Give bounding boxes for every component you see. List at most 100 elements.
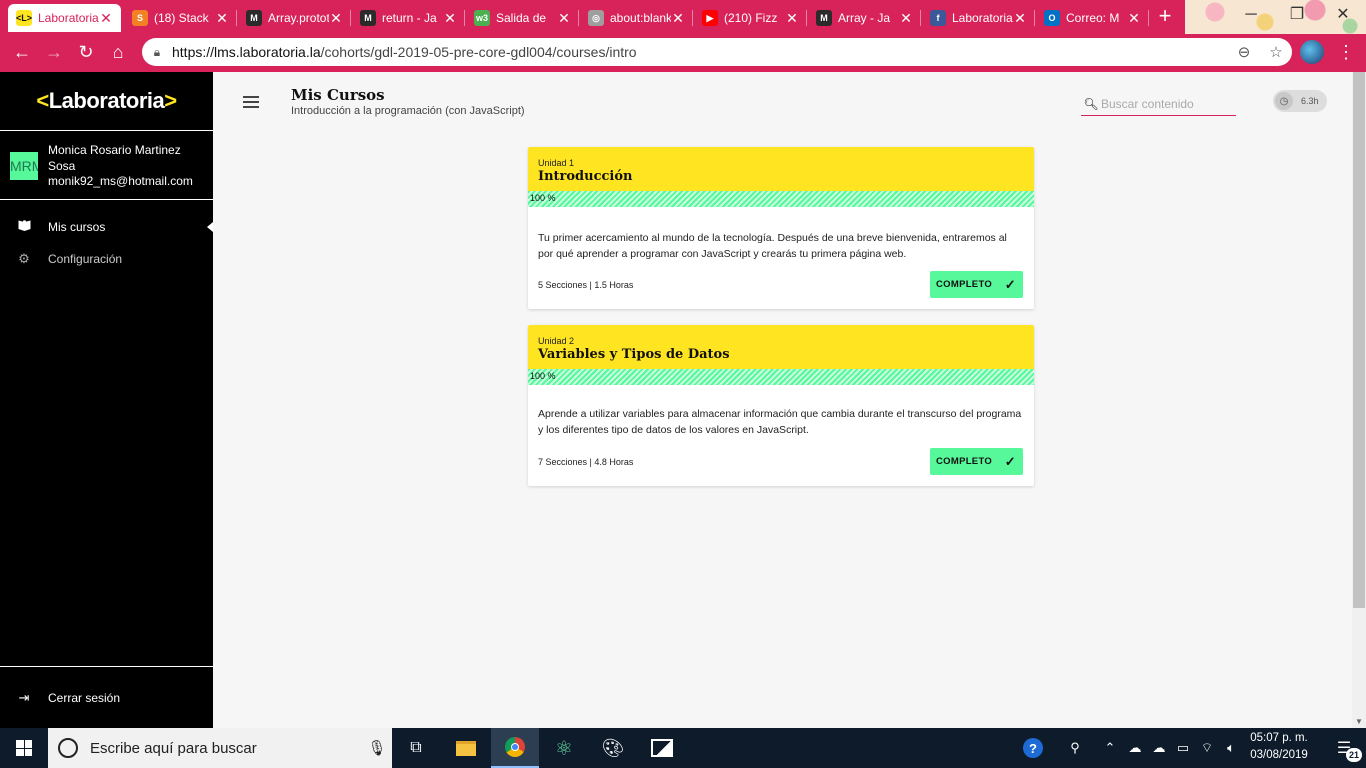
clock-time: 05:07 p. m. [1250,732,1308,744]
profile-avatar[interactable] [1300,40,1324,64]
logo-chevron-right: > [164,88,177,113]
mdn-icon: M [360,10,376,26]
tab-title: (18) Stack [154,11,209,25]
url-text[interactable]: https://lms.laboratoria.la/cohorts/gdl-2… [172,44,1228,60]
browser-tab-bar: <L> Laboratoria ✕ S (18) Stack ✕ M Array.protot… [0,0,1366,34]
unit-description: Aprende a utilizar variables para almace… [538,408,1022,436]
complete-button[interactable]: COMPLETO ✓ [930,448,1023,475]
start-button[interactable] [0,728,48,768]
progress-label: 100 % [530,371,556,381]
mdn-icon: M [246,10,262,26]
unit-meta: 7 Secciones | 4.8 Horas [538,457,634,467]
zoom-icon[interactable]: ⊖ [1228,43,1260,61]
search-input[interactable] [1101,96,1231,111]
back-button[interactable]: ← [8,38,36,66]
logout-label: Cerrar sesión [48,691,121,705]
search-box[interactable]: 🔍︎ [1081,92,1236,116]
browser-menu-button[interactable]: ⋮ [1336,38,1356,66]
complete-button[interactable]: COMPLETO ✓ [930,271,1023,298]
w3schools-icon: w3 [474,10,490,26]
cloud-sync-icon[interactable]: ☁ [1148,728,1170,768]
notification-count: 21 [1346,748,1362,762]
globe-icon: ◎ [588,10,604,26]
browser-tab[interactable]: S (18) Stack ✕ [124,4,237,32]
browser-tab[interactable]: M Array.prototype✕ [238,4,351,32]
tab-title: return - Ja [382,11,437,25]
wifi-icon[interactable]: ⌔ [1196,728,1218,768]
unit-label: Unidad 1 [538,158,575,168]
browser-tab[interactable]: <L> Laboratoria ✕ [8,4,121,32]
system-clock[interactable]: 05:07 p. m. 03/08/2019 [1244,730,1314,766]
unit-card[interactable]: Unidad 2 Variables y Tipos de Datos 100 … [528,325,1034,486]
close-tab-icon[interactable]: ✕ [785,10,799,27]
bookmark-star-icon[interactable]: ☆ [1260,43,1292,61]
close-tab-icon[interactable]: ✕ [899,10,913,27]
onedrive-icon[interactable]: ☁ [1124,728,1146,768]
paint-icon[interactable]: 🎨︎ [589,728,637,768]
close-window-button[interactable]: ✕ [1320,2,1366,28]
help-icon[interactable]: ? [1018,728,1048,768]
tab-title: Laboratoria [952,11,1013,25]
people-icon[interactable]: ⚲ [1062,728,1088,768]
scroll-down-arrow-icon[interactable]: ▼ [1352,717,1366,726]
browser-tab[interactable]: ◎ about:blank ✕ [580,4,693,32]
taskbar-search-text: Escribe aquí para buscar [90,739,257,757]
browser-tab[interactable]: f Laboratoria ✕ [922,4,1035,32]
status-label: COMPLETO [936,279,993,290]
main-content: Mis Cursos Introducción a la programació… [213,72,1352,728]
address-bar[interactable]: 🔒︎ https://lms.laboratoria.la/cohorts/gd… [142,38,1292,66]
scrollbar-thumb[interactable] [1353,72,1365,608]
unit-card[interactable]: Unidad 1 Introducción 100 % Tu primer ac… [528,147,1034,309]
page-scrollbar[interactable]: ▼ [1352,72,1366,728]
browser-tab[interactable]: O Correo: M ✕ [1036,4,1149,32]
browser-tab[interactable]: Mreturn - Ja ✕ [352,4,465,32]
hamburger-menu-icon[interactable] [243,96,259,108]
restore-button[interactable]: ❐ [1274,2,1320,28]
close-tab-icon[interactable]: ✕ [1013,10,1027,27]
photos-icon[interactable] [638,728,686,768]
sidebar: < Laboratoria > MRM Monica Rosario Marti… [0,72,213,728]
avatar[interactable]: MRM [10,152,38,180]
youtube-icon: ▶ [702,10,718,26]
unit-card-header: Unidad 1 Introducción [528,147,1034,191]
volume-icon[interactable]: 🔈︎ [1220,728,1242,768]
file-explorer-icon[interactable] [442,728,490,768]
browser-tab[interactable]: w3 Salida de ✕ [466,4,579,32]
reload-button[interactable]: ↻ [72,38,100,66]
sidebar-item-configuracion[interactable]: ⚙ Configuración [0,247,213,271]
taskbar-search[interactable]: Escribe aquí para buscar 🎙︎ [48,728,392,768]
action-center-icon[interactable]: ☰ 21 [1322,728,1366,768]
close-tab-icon[interactable]: ✕ [329,10,343,27]
browser-tab[interactable]: M Array - Ja ✕ [808,4,921,32]
new-tab-button[interactable]: + [1152,4,1178,30]
close-tab-icon[interactable]: ✕ [671,10,685,27]
close-tab-icon[interactable]: ✕ [557,10,571,27]
url-path: /cohorts/gdl-2019-05-pre-core-gdl004/cou… [320,44,637,60]
minimize-button[interactable]: ─ [1228,2,1274,28]
browser-tab[interactable]: ▶ (210) Fizz ✕ [694,4,807,32]
logout-button[interactable]: ⇥ Cerrar sesión [0,686,213,710]
home-button[interactable]: ⌂ [104,38,132,66]
tab-separator [692,10,693,26]
battery-icon[interactable]: ▭ [1172,728,1194,768]
unit-label: Unidad 2 [538,336,575,346]
clock-date: 03/08/2019 [1250,749,1308,761]
forward-button[interactable]: → [40,38,68,66]
close-tab-icon[interactable]: ✕ [443,10,457,27]
microphone-icon[interactable]: 🎙︎ [362,739,392,757]
tab-separator [464,10,465,26]
close-tab-icon[interactable]: ✕ [215,10,229,27]
tab-separator [920,10,921,26]
laboratoria-icon: <L> [16,10,32,26]
show-hidden-icons-icon[interactable]: ⌃ [1100,728,1120,768]
close-tab-icon[interactable]: ✕ [99,10,113,27]
windows-logo-icon [16,740,32,756]
laboratoria-logo[interactable]: < Laboratoria > [0,72,213,131]
unit-card-header: Unidad 2 Variables y Tipos de Datos [528,325,1034,369]
chrome-icon[interactable] [491,728,539,768]
sidebar-item-label: Mis cursos [48,220,106,234]
task-view-icon[interactable]: ⧉ [392,728,440,768]
atom-icon[interactable]: ⚛ [540,728,588,768]
close-tab-icon[interactable]: ✕ [1127,10,1141,27]
sidebar-item-mis-cursos[interactable]: Mis cursos [0,215,213,239]
